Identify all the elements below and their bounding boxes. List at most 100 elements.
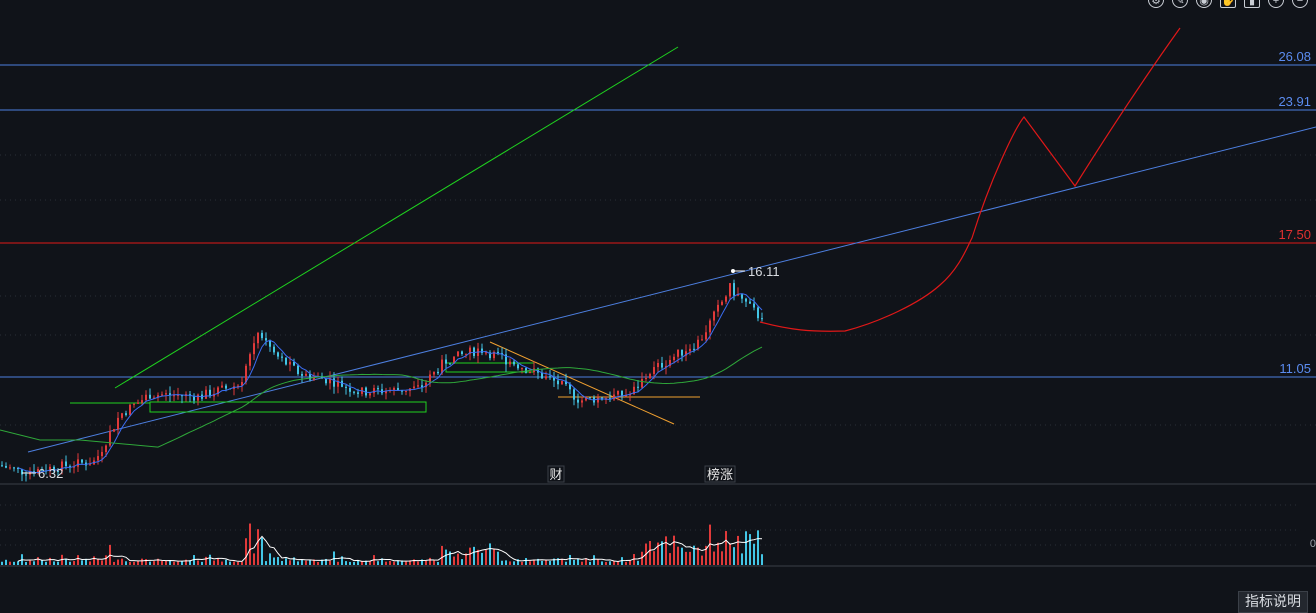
price-level-label: 23.91	[1278, 94, 1311, 109]
volume-bar	[289, 560, 291, 565]
candle-body	[81, 459, 83, 463]
price-level-label: 26.08	[1278, 49, 1311, 64]
indicator-help-button[interactable]: 指标说明	[1238, 591, 1308, 613]
candle-body	[761, 318, 763, 320]
volume-bar	[677, 546, 679, 565]
volume-bar	[425, 560, 427, 565]
candle-body	[557, 380, 559, 385]
volume-bar	[457, 553, 459, 565]
volume-bar	[629, 560, 631, 565]
volume-axis-label: 0	[1309, 538, 1316, 550]
volume-bar	[437, 561, 439, 565]
volume-bar	[229, 561, 231, 565]
trash-icon[interactable]: ▮	[1244, 0, 1260, 8]
volume-bar	[153, 561, 155, 565]
candle-body	[397, 387, 399, 391]
eye-icon[interactable]: ◉	[1196, 0, 1212, 8]
volume-bar	[625, 561, 627, 565]
volume-bar	[209, 554, 211, 565]
candle-body	[725, 296, 727, 302]
candle-body	[581, 400, 583, 403]
volume-bar	[549, 560, 551, 565]
volume-bar	[201, 561, 203, 565]
stock-chart[interactable]: 26.08 23.91 17.50 11.05 16.11 6.32 财 榜涨	[0, 0, 1316, 611]
volume-bar	[33, 561, 35, 565]
volume-bar	[729, 544, 731, 565]
candle-body	[745, 298, 747, 302]
volume-bar	[225, 559, 227, 565]
volume-bar	[701, 555, 703, 565]
volume-bar	[681, 547, 683, 565]
candle-body	[297, 365, 299, 374]
candle-body	[473, 347, 475, 356]
volume-bar	[609, 561, 611, 565]
zoom-out-icon[interactable]: −	[1292, 0, 1308, 8]
volume-bar	[497, 551, 499, 565]
candle-body	[589, 397, 591, 399]
volume-bar	[125, 561, 127, 565]
volume-bar	[5, 559, 7, 565]
volume-bar	[433, 560, 435, 565]
zoom-in-icon[interactable]: +	[1268, 0, 1284, 8]
candle-body	[301, 373, 303, 376]
volume-bar	[117, 559, 119, 565]
candle-body	[681, 349, 683, 356]
candle-body	[261, 332, 263, 339]
volume-bar	[213, 560, 215, 565]
candle-body	[417, 385, 419, 387]
volume-bar	[353, 561, 355, 565]
volume-bar	[673, 535, 675, 565]
volume-bar	[197, 560, 199, 565]
candle-body	[245, 365, 247, 383]
volume-bar	[593, 555, 595, 565]
volume-bar	[345, 561, 347, 565]
candle-body	[457, 351, 459, 357]
candle-body	[257, 332, 259, 344]
volume-bar	[89, 561, 91, 565]
candle-body	[653, 367, 655, 374]
volume-bar	[77, 555, 79, 565]
candle-body	[273, 346, 275, 353]
candle-body	[677, 349, 679, 357]
candle-body	[693, 348, 695, 350]
volume-bar	[477, 549, 479, 565]
candle-body	[9, 467, 11, 469]
hand-icon[interactable]: ✋	[1220, 0, 1236, 8]
volume-bar	[757, 530, 759, 565]
volume-bar	[753, 543, 755, 565]
volume-bar	[665, 536, 667, 565]
volume-bar	[113, 561, 115, 565]
candle-body	[165, 393, 167, 395]
candle-body	[121, 413, 123, 418]
candle-body	[373, 388, 375, 394]
candle-body	[561, 380, 563, 385]
candle-body	[521, 368, 523, 370]
volume-bar	[521, 561, 523, 565]
volume-bar	[241, 561, 243, 565]
volume-bar	[177, 561, 179, 565]
candle-body	[449, 363, 451, 365]
volume-bar	[581, 561, 583, 565]
candle-body	[645, 377, 647, 380]
candle-body	[305, 373, 307, 376]
volume-bar	[605, 561, 607, 565]
candle-body	[333, 378, 335, 387]
candle-body	[597, 397, 599, 403]
candle-body	[577, 399, 579, 403]
volume-bar	[133, 561, 135, 565]
volume-bar	[217, 557, 219, 565]
volume-bar	[429, 557, 431, 565]
brush-icon[interactable]: ✎	[1172, 0, 1188, 8]
volume-bar	[65, 558, 67, 565]
settings-icon[interactable]: ⚙	[1148, 0, 1164, 8]
volume-bar	[405, 561, 407, 565]
candle-body	[65, 461, 67, 467]
volume-bar	[565, 561, 567, 565]
volume-bar	[277, 557, 279, 565]
event-marker-label: 财	[549, 468, 562, 483]
candle-body	[573, 389, 575, 400]
volume-bar	[589, 561, 591, 565]
candle-body	[641, 379, 643, 388]
volume-bar	[661, 541, 663, 565]
volume-bar	[637, 560, 639, 565]
